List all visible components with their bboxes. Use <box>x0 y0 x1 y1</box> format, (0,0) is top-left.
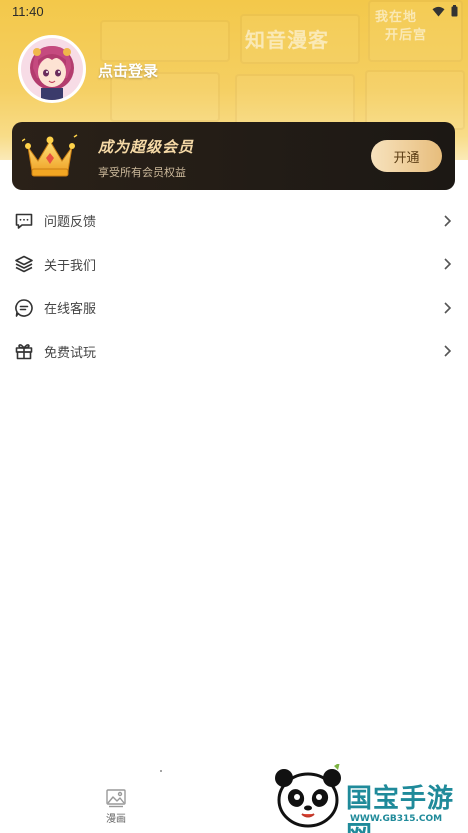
chevron-right-icon <box>444 345 452 357</box>
menu-label-customer-service: 在线客服 <box>44 302 97 318</box>
menu-item-feedback[interactable]: 问题反馈 <box>0 199 468 243</box>
menu-label-feedback: 问题反馈 <box>44 215 97 231</box>
status-icons <box>432 5 458 17</box>
header-bg-title-3: 开后宫 <box>385 28 428 43</box>
status-bar: 11:40 <box>0 0 468 22</box>
chat-icon <box>13 297 35 319</box>
header-bg-title-1: 知音漫客 <box>245 28 329 52</box>
watermark: 国宝手游网 WWW.GB315.COM <box>260 758 468 833</box>
divider-dot <box>160 770 162 772</box>
comic-image-icon <box>106 789 126 808</box>
menu-label-about: 关于我们 <box>44 258 97 274</box>
watermark-url: WWW.GB315.COM <box>350 814 443 824</box>
vip-title: 成为超级会员 <box>98 138 195 156</box>
nav-label-comics: 漫画 <box>106 814 126 825</box>
chevron-right-icon <box>444 302 452 314</box>
wifi-icon <box>432 6 445 16</box>
vip-open-button[interactable]: 开通 <box>371 140 442 172</box>
menu-item-free-trial[interactable]: 免费试玩 <box>0 330 468 374</box>
watermark-brand: 国宝手游网 <box>346 784 455 833</box>
crown-icon <box>22 134 78 177</box>
layers-icon <box>13 253 35 275</box>
settings-menu: 问题反馈 关于我们 在线客服 免费试玩 <box>0 199 468 373</box>
menu-label-free-trial: 免费试玩 <box>44 345 97 361</box>
user-avatar[interactable] <box>18 35 86 103</box>
vip-banner[interactable]: 成为超级会员 享受所有会员权益 开通 <box>12 122 455 190</box>
vip-subtitle: 享受所有会员权益 <box>98 166 186 179</box>
panda-logo-icon <box>275 764 341 828</box>
menu-item-about[interactable]: 关于我们 <box>0 243 468 287</box>
login-link[interactable]: 点击登录 <box>98 60 158 81</box>
battery-icon <box>451 5 458 17</box>
chevron-right-icon <box>444 258 452 270</box>
status-time: 11:40 <box>12 3 44 19</box>
nav-tab-comics[interactable]: 漫画 <box>95 788 137 825</box>
menu-item-customer-service[interactable]: 在线客服 <box>0 286 468 330</box>
chevron-right-icon <box>444 215 452 227</box>
feedback-icon <box>13 210 35 232</box>
avatar-illustration <box>21 38 83 100</box>
gift-icon <box>13 340 35 362</box>
